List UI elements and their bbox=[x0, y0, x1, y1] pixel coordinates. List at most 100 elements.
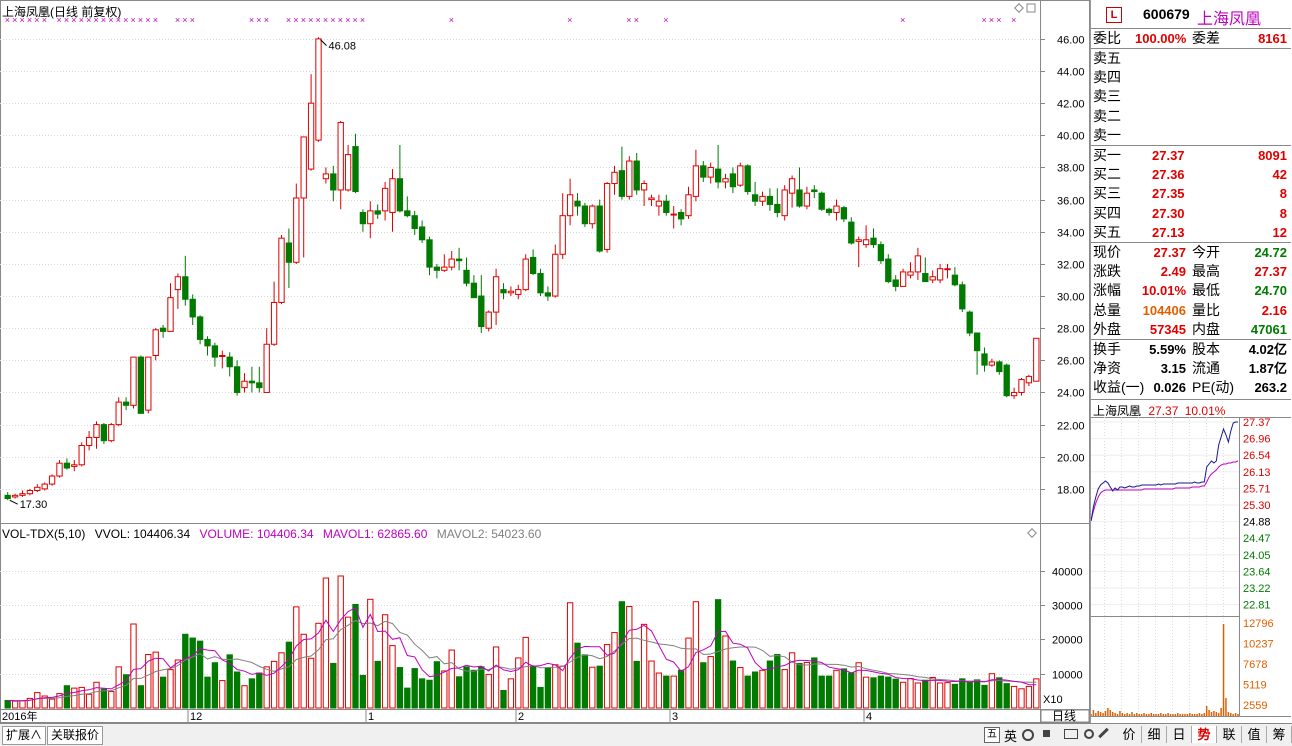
candle-body bbox=[19, 493, 26, 496]
panel-tab-6[interactable]: 筹 bbox=[1267, 726, 1292, 743]
stock-code: 600679 bbox=[1143, 6, 1190, 22]
cross-marker: × bbox=[982, 15, 987, 25]
dot-icon[interactable] bbox=[1043, 730, 1050, 737]
vol-unit-label: X10 bbox=[1043, 694, 1063, 706]
candle-body bbox=[26, 490, 34, 495]
stock-logo: L bbox=[1106, 7, 1122, 23]
candle-body bbox=[130, 356, 137, 406]
volume-bar bbox=[344, 616, 352, 709]
candle-body bbox=[922, 273, 929, 283]
buy-volume: 42 bbox=[1272, 167, 1287, 183]
volume-bar bbox=[744, 675, 751, 709]
candle-body bbox=[100, 424, 108, 442]
volume-bar bbox=[167, 669, 174, 709]
volume-bar bbox=[929, 676, 936, 709]
expand-tab[interactable]: 扩展∧ bbox=[2, 726, 47, 745]
fundamental-value: 0.026 bbox=[1153, 380, 1186, 396]
volume-bar bbox=[626, 606, 633, 709]
volume-bar bbox=[596, 665, 603, 709]
cross-marker: × bbox=[308, 15, 313, 25]
english-icon[interactable]: 英 bbox=[1004, 726, 1017, 745]
volume-bar bbox=[936, 682, 944, 709]
candle-body bbox=[803, 192, 811, 207]
volume-bar bbox=[85, 693, 93, 709]
volume-bar bbox=[751, 671, 759, 709]
related-quotes-tab[interactable]: 关联报价 bbox=[47, 726, 104, 745]
buy-row: 买二 27.36 42 bbox=[1092, 165, 1290, 184]
volume-bar bbox=[973, 679, 981, 709]
volume-bar bbox=[648, 660, 655, 709]
five-icon[interactable]: 五 bbox=[984, 727, 1000, 743]
panel-tab-3[interactable]: 势 bbox=[1192, 726, 1217, 743]
candle-body bbox=[596, 205, 603, 252]
buy-price: 27.37 bbox=[1152, 148, 1185, 163]
candle-body bbox=[959, 284, 966, 310]
cross-marker: × bbox=[131, 15, 136, 25]
volume-bar bbox=[692, 601, 700, 709]
candle-body bbox=[522, 258, 529, 291]
candle-body bbox=[4, 494, 11, 500]
panel-tab-1[interactable]: 细 bbox=[1142, 726, 1167, 743]
mini-vol-label: 5119 bbox=[1243, 680, 1267, 692]
candle-body bbox=[951, 274, 959, 286]
candle-body bbox=[56, 462, 63, 477]
low-arrow bbox=[9, 499, 18, 505]
candle-body bbox=[759, 195, 766, 202]
price-tick-label: 30.00 bbox=[1057, 292, 1085, 304]
volume-bar bbox=[766, 660, 774, 709]
price-tick-label: 40.00 bbox=[1057, 131, 1085, 143]
stock-name: 上海凤凰 bbox=[1197, 11, 1262, 28]
candle-body bbox=[11, 494, 19, 498]
volume-bar bbox=[522, 636, 529, 709]
candle-body bbox=[744, 165, 751, 193]
buy-row: 买三 27.35 8 bbox=[1092, 184, 1290, 203]
volume-bar bbox=[774, 654, 781, 709]
volume-bar bbox=[603, 644, 611, 709]
panel-tab-0[interactable]: 价 bbox=[1117, 726, 1142, 743]
candle-body bbox=[574, 200, 581, 207]
x-tick-label: 4 bbox=[866, 711, 872, 723]
candle-body bbox=[825, 208, 833, 213]
fundamental-value: 5.59% bbox=[1149, 342, 1186, 357]
volume-bar bbox=[441, 670, 448, 709]
sell-row: 卖三 bbox=[1092, 87, 1290, 106]
volume-bar bbox=[34, 692, 41, 709]
kline-chart[interactable]: 46.00 44.00 42.00 40.00 38.00 36.00 34.00 32.00… bbox=[0, 0, 1090, 745]
candle-body bbox=[359, 211, 367, 225]
cross-marker: × bbox=[353, 15, 358, 25]
weicha-label: 委差 bbox=[1192, 30, 1220, 46]
keyboard-icon[interactable] bbox=[1064, 729, 1078, 739]
panel-tab-5[interactable]: 值 bbox=[1242, 726, 1267, 743]
intraday-chart[interactable]: 27.37 26.96 26.54 26.13 25.71 25.30 24.88 24.47… bbox=[1091, 417, 1291, 719]
candle-body bbox=[500, 289, 507, 294]
x-tick-label: 12 bbox=[190, 711, 202, 723]
candle-body bbox=[581, 205, 589, 225]
candle-body bbox=[63, 462, 71, 469]
volume-bar bbox=[959, 678, 966, 709]
volume-bar bbox=[478, 666, 485, 709]
volume-bar bbox=[315, 622, 322, 709]
cross-marker: × bbox=[264, 15, 269, 25]
mini-vol-label: 2559 bbox=[1243, 700, 1267, 712]
candle-body bbox=[766, 195, 774, 205]
candle-body bbox=[877, 244, 885, 262]
volume-bar bbox=[663, 675, 670, 709]
volume-bar bbox=[655, 672, 663, 709]
panel-tab-2[interactable]: 日 bbox=[1167, 726, 1192, 743]
moon-icon[interactable] bbox=[1022, 729, 1034, 741]
volume-bar bbox=[293, 606, 300, 709]
vol-volume: VOLUME: 104406.34 bbox=[199, 527, 314, 541]
candle-body bbox=[515, 289, 522, 295]
mini-price: 27.37 bbox=[1148, 404, 1179, 418]
panel-tab-4[interactable]: 联 bbox=[1217, 726, 1242, 743]
candle-body bbox=[1010, 391, 1018, 397]
candle-body bbox=[862, 239, 870, 246]
candle-body bbox=[270, 301, 278, 345]
cross-marker: × bbox=[900, 15, 905, 25]
volume-bar bbox=[337, 575, 344, 709]
user-icon[interactable] bbox=[1084, 729, 1094, 739]
wrench-icon[interactable] bbox=[1098, 727, 1109, 739]
volume-bar bbox=[996, 677, 1003, 709]
candle-body bbox=[263, 343, 270, 393]
stat-value: 57345 bbox=[1149, 321, 1186, 337]
